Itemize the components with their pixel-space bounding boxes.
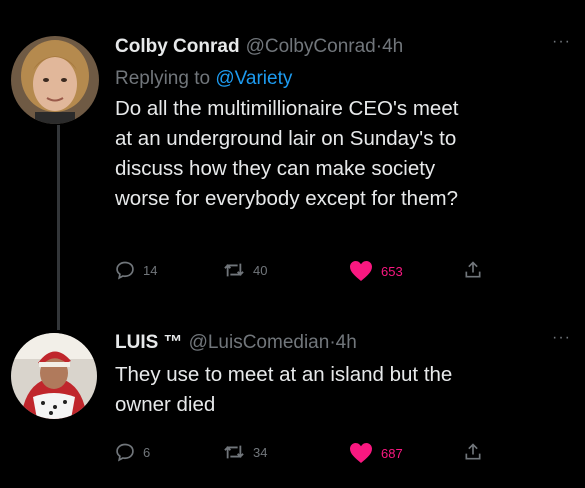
more-icon[interactable]: ··· (552, 33, 571, 51)
more-icon[interactable]: ··· (552, 329, 571, 347)
action-bar: 6 34 687 (115, 438, 571, 468)
heart-icon (350, 261, 372, 281)
avatar[interactable] (11, 36, 99, 124)
like-button[interactable]: 653 (349, 260, 403, 282)
share-icon (465, 261, 481, 278)
retweet-icon (224, 445, 244, 459)
replying-to-label: Replying to (115, 68, 216, 89)
user-handle[interactable]: @LuisComedian (189, 332, 330, 354)
user-handle[interactable]: @ColbyConrad (246, 36, 376, 58)
retweet-count: 40 (253, 262, 268, 278)
like-count: 687 (381, 445, 403, 461)
retweet-icon (224, 263, 244, 277)
mention-link[interactable]: @Variety (215, 68, 292, 89)
timeline: Colby Conrad @ColbyConrad · 4h ··· Reply… (0, 0, 585, 488)
tweet-text-line: Do all the multimillionaire CEO's meet (115, 97, 459, 120)
like-button[interactable]: 687 (349, 442, 403, 464)
heart-icon (350, 443, 372, 463)
reply-icon (116, 261, 134, 280)
tweet-text-line: They use to meet at an island but the (115, 363, 453, 386)
tweet-text-line: worse for everybody except for them? (115, 187, 458, 210)
reply-count: 14 (143, 262, 158, 278)
display-name[interactable]: LUIS ™ (115, 332, 183, 354)
reply-button[interactable]: 14 (115, 260, 157, 280)
reply-icon (116, 443, 134, 462)
tweet-text-line: at an underground lair on Sunday's to (115, 127, 457, 150)
share-button[interactable] (463, 442, 483, 462)
retweet-button[interactable]: 34 (223, 442, 267, 462)
reply-button[interactable]: 6 (115, 442, 150, 462)
like-count: 653 (381, 263, 403, 279)
avatar[interactable] (11, 333, 97, 419)
replying-to: Replying to @Variety (115, 64, 571, 94)
share-icon (465, 443, 481, 460)
tweet-header: Colby Conrad @ColbyConrad · 4h ··· (115, 30, 571, 64)
reply-count: 6 (143, 444, 151, 460)
tweet[interactable]: LUIS ™ @LuisComedian · 4h ··· They use t… (0, 318, 585, 488)
retweet-count: 34 (253, 444, 268, 460)
timestamp[interactable]: 4h (382, 36, 403, 58)
timestamp[interactable]: 4h (336, 332, 357, 354)
tweet-text: They use to meet at an island but the ow… (115, 360, 571, 420)
tweet-header: LUIS ™ @LuisComedian · 4h ··· (115, 326, 571, 360)
thread-connector (57, 125, 60, 330)
tweet[interactable]: Colby Conrad @ColbyConrad · 4h ··· Reply… (0, 0, 585, 330)
display-name[interactable]: Colby Conrad (115, 36, 240, 58)
tweet-text: Do all the multimillionaire CEO's meet a… (115, 94, 571, 214)
action-bar: 14 40 653 (115, 256, 571, 286)
tweet-text-line: discuss how they can make society (115, 157, 436, 180)
share-button[interactable] (463, 260, 483, 280)
tweet-text-line: owner died (115, 393, 216, 416)
retweet-button[interactable]: 40 (223, 260, 267, 280)
